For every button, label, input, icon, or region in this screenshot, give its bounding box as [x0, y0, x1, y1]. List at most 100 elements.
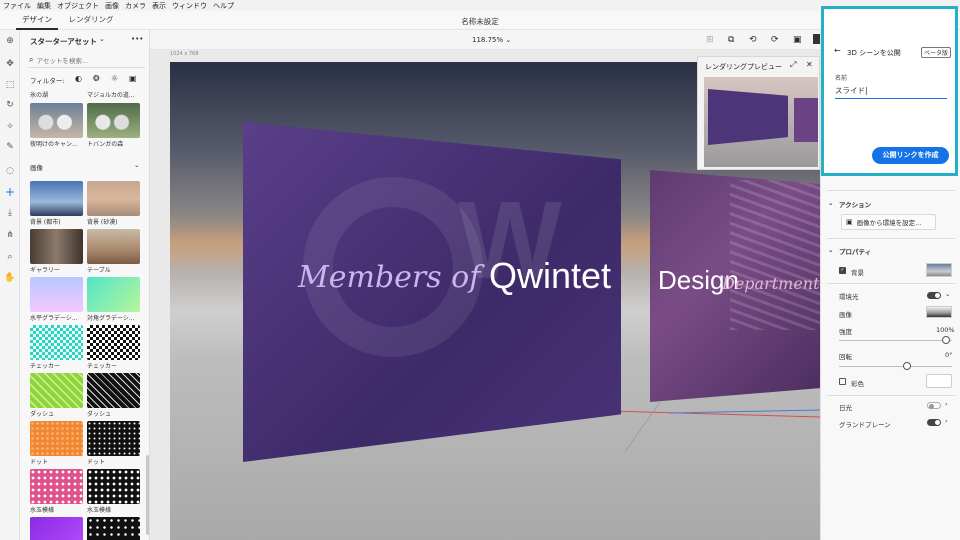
back-arrow-icon[interactable]: ←	[834, 46, 841, 55]
drop-icon[interactable]: ⤓	[3, 206, 17, 220]
select-icon[interactable]: ✥	[3, 57, 17, 71]
image-thumb[interactable]	[87, 517, 140, 540]
env-thumb[interactable]	[87, 103, 140, 138]
tint-swatch[interactable]	[926, 374, 952, 388]
intensity-slider[interactable]	[839, 340, 952, 341]
ambient-toggle[interactable]	[927, 292, 941, 299]
image-swatch[interactable]	[926, 306, 952, 318]
background-checkbox[interactable]: ✓	[839, 267, 846, 274]
asset-search[interactable]: ⌕ アセットを検索...	[29, 53, 145, 68]
canvas-area[interactable]: 1024 x 768 W Members of Qwintet Design D…	[150, 50, 820, 540]
camera-dolly-icon[interactable]: ⟳	[771, 35, 779, 45]
render-preview: レンダリングプレビュー ⤢ ✕	[697, 56, 820, 170]
expand-icon[interactable]: ⤢	[790, 60, 796, 70]
slide-decoration	[730, 180, 820, 330]
menu-camera[interactable]: カメラ	[125, 1, 146, 11]
camera-pan-icon[interactable]: ⧉	[728, 35, 734, 45]
hierarchy-icon[interactable]: ⋔	[3, 228, 17, 242]
menu-help[interactable]: ヘルプ	[213, 1, 234, 11]
slide-panel-2[interactable]: Design Department	[650, 170, 820, 402]
background-swatch[interactable]	[926, 263, 952, 277]
image-thumb[interactable]	[87, 277, 140, 312]
image-label: 対角グラデーシ...	[87, 315, 135, 322]
image-thumb[interactable]	[87, 325, 140, 360]
image-thumb[interactable]	[30, 229, 83, 264]
document-title: 名称未設定	[461, 17, 499, 26]
image-thumb[interactable]	[87, 373, 140, 408]
filter-image-icon[interactable]: ▣	[129, 74, 137, 83]
image-thumb[interactable]	[30, 325, 83, 360]
chevron-down-icon[interactable]: ⌄	[134, 161, 139, 169]
image-thumb[interactable]	[30, 277, 83, 312]
move-cross-icon[interactable]: +	[3, 185, 17, 199]
hand-icon[interactable]: ✋	[3, 271, 17, 285]
sunlight-toggle[interactable]	[927, 402, 941, 409]
chevron-right-icon[interactable]: ›	[945, 417, 948, 425]
create-public-link-button[interactable]: 公開リンクを作成	[872, 147, 949, 164]
app-window: ファイル 編集 オブジェクト 画像 カメラ 表示 ウィンドウ ヘルプ デザイン …	[0, 0, 960, 540]
zoom-value: 118.75%	[472, 36, 504, 44]
camera-view-icon[interactable]: ▣	[793, 35, 802, 45]
menu-object[interactable]: オブジェクト	[57, 1, 99, 11]
actions-section[interactable]: ⌄ アクション	[828, 199, 871, 209]
image-label: ドット	[30, 459, 49, 466]
image-thumb[interactable]	[30, 421, 83, 456]
magic-select-icon[interactable]: ✧	[3, 120, 17, 134]
assets-title[interactable]: スターターアセット	[30, 36, 97, 47]
menu-view[interactable]: 表示	[152, 1, 166, 11]
scrollbar[interactable]	[146, 455, 149, 535]
divider	[827, 190, 955, 191]
image-thumb[interactable]	[30, 181, 83, 216]
ground-plane-label: グランドプレーン	[839, 421, 891, 429]
divider	[827, 238, 955, 239]
image-thumb[interactable]	[30, 469, 83, 504]
more-icon[interactable]: •••	[131, 35, 143, 43]
image-thumb[interactable]	[87, 421, 140, 456]
ambient-label: 環境光	[839, 293, 859, 301]
filter-sphere-icon[interactable]: ◐	[75, 74, 82, 83]
image-thumb[interactable]	[30, 517, 83, 540]
add-icon[interactable]: ⊕	[3, 34, 17, 48]
sample-icon[interactable]: ✎	[3, 140, 17, 154]
chevron-down-icon[interactable]: ⌄	[945, 290, 950, 298]
tint-checkbox[interactable]	[839, 378, 846, 385]
chevron-right-icon[interactable]: ›	[945, 400, 948, 408]
rotation-slider[interactable]	[839, 366, 952, 367]
image-thumb[interactable]	[87, 229, 140, 264]
filter-material-icon[interactable]: ❂	[93, 74, 100, 83]
ground-plane-toggle[interactable]	[927, 419, 941, 426]
tab-render[interactable]: レンダリング	[62, 11, 120, 30]
render-preview-image	[704, 77, 818, 167]
lasso-icon[interactable]: ◌	[3, 164, 17, 178]
zoom-level[interactable]: 118.75% ⌄	[472, 36, 511, 44]
filter-light-icon[interactable]: ☼	[111, 74, 118, 83]
grid-icon[interactable]: ⊞	[706, 35, 714, 45]
menu-window[interactable]: ウィンドウ	[172, 1, 207, 11]
orbit-icon[interactable]: ↻	[3, 98, 17, 112]
menu-edit[interactable]: 編集	[37, 1, 51, 11]
image-thumb[interactable]	[87, 181, 140, 216]
camera-bookmark-icon[interactable]	[813, 34, 820, 44]
preview-slide-2	[794, 98, 818, 142]
assets-panel: スターターアセット ⌄ ••• ⌕ アセットを検索... フィルター: ◐ ❂ …	[20, 30, 150, 540]
env-thumb[interactable]	[30, 103, 83, 138]
name-field[interactable]: スライド|	[835, 85, 947, 99]
images-section-title[interactable]: 画像	[30, 162, 43, 172]
slide-panel-1[interactable]: W Members of Qwintet	[243, 122, 621, 462]
search-input[interactable]: アセットを検索...	[36, 55, 88, 65]
camera-orbit-icon[interactable]: ⟲	[749, 35, 757, 45]
chevron-down-icon[interactable]: ⌄	[99, 35, 105, 43]
set-environment-button[interactable]: ▣ 画像から環境を設定...	[841, 214, 936, 230]
intensity-slider-handle[interactable]	[942, 336, 951, 344]
tab-design[interactable]: デザイン	[16, 11, 58, 30]
render-preview-title: レンダリングプレビュー	[705, 63, 782, 71]
menu-image[interactable]: 画像	[105, 1, 119, 11]
menu-file[interactable]: ファイル	[3, 1, 31, 11]
zoom-icon[interactable]: ⌕	[3, 250, 17, 264]
rotation-slider-handle[interactable]	[902, 362, 911, 370]
properties-section[interactable]: ⌄ プロパティ	[828, 246, 871, 256]
image-thumb[interactable]	[30, 373, 83, 408]
close-icon[interactable]: ✕	[806, 60, 813, 69]
image-thumb[interactable]	[87, 469, 140, 504]
frame-icon[interactable]: ⬚	[3, 78, 17, 92]
